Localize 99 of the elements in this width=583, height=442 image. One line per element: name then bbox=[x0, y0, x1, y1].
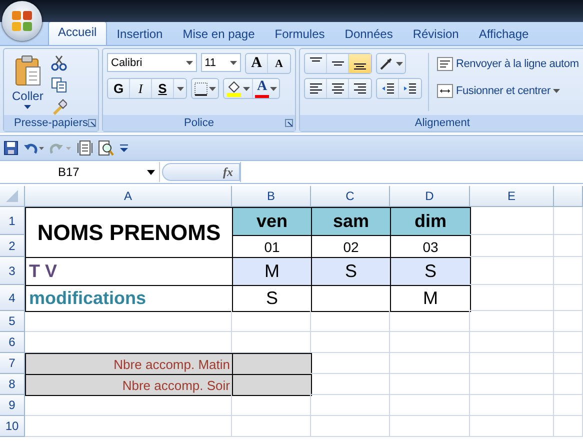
row-header[interactable]: 8 bbox=[0, 374, 25, 395]
empty-cell bbox=[554, 311, 583, 332]
fill-color-button[interactable] bbox=[224, 79, 253, 98]
row-label-cell: modifications bbox=[25, 285, 233, 312]
group-label: Presse-papiers bbox=[14, 117, 88, 129]
align-right-icon bbox=[353, 82, 367, 94]
day-cell: dim bbox=[390, 207, 471, 236]
outdent-icon bbox=[380, 82, 394, 94]
shift-cell: M bbox=[232, 257, 312, 286]
document-icon[interactable] bbox=[77, 140, 93, 156]
cell-reference: B17 bbox=[58, 165, 80, 179]
caret-icon bbox=[270, 86, 277, 90]
clipboard-icon bbox=[14, 55, 42, 87]
italic-button[interactable]: I bbox=[130, 79, 152, 98]
merge-cells-icon bbox=[437, 84, 453, 98]
column-header[interactable]: D bbox=[390, 186, 470, 207]
function-label[interactable]: fx bbox=[223, 164, 233, 180]
caret-icon bbox=[24, 105, 32, 109]
corner-triangle-icon bbox=[6, 190, 18, 202]
copy-icon[interactable] bbox=[51, 77, 68, 93]
row-header[interactable]: 10 bbox=[0, 416, 25, 437]
office-button[interactable] bbox=[2, 1, 42, 41]
row-header[interactable]: 7 bbox=[0, 353, 25, 374]
group-label: Police bbox=[184, 117, 214, 129]
dialog-launcher-icon[interactable] bbox=[88, 119, 96, 127]
empty-cell bbox=[554, 416, 583, 437]
shrink-font-button[interactable]: A bbox=[268, 54, 290, 73]
ribbon-tab[interactable]: Affichage bbox=[468, 23, 539, 45]
paste-button[interactable]: Coller bbox=[8, 53, 48, 115]
customize-toolbar-icon[interactable] bbox=[119, 143, 129, 153]
print-preview-icon[interactable] bbox=[98, 140, 114, 156]
empty-cell bbox=[554, 395, 583, 416]
caret-icon bbox=[176, 86, 184, 90]
caret-icon bbox=[209, 86, 216, 90]
align-bottom-icon bbox=[354, 63, 366, 70]
caret-icon bbox=[186, 60, 193, 64]
empty-cell bbox=[554, 235, 583, 257]
empty-cell bbox=[554, 285, 583, 311]
row-header[interactable]: 3 bbox=[0, 257, 25, 285]
caret-icon bbox=[230, 60, 237, 64]
group-label: Alignement bbox=[414, 117, 470, 129]
row-header[interactable]: 2 bbox=[0, 235, 25, 257]
day-cell: ven bbox=[232, 207, 312, 236]
note-label-cell: Nbre accomp. Soir bbox=[25, 374, 233, 396]
row-header[interactable]: 4 bbox=[0, 285, 25, 311]
column-header[interactable]: E bbox=[470, 186, 554, 207]
shift-cell: S bbox=[311, 257, 391, 286]
empty-cell bbox=[554, 207, 583, 235]
ribbon-tab[interactable]: Données bbox=[334, 23, 403, 45]
dialog-launcher-icon[interactable] bbox=[285, 119, 293, 127]
bold-button[interactable]: G bbox=[108, 79, 130, 98]
indent-icon bbox=[403, 82, 417, 94]
row-header[interactable]: 1 bbox=[0, 207, 25, 235]
wrap-text-icon bbox=[437, 56, 453, 70]
underline-button[interactable]: S bbox=[152, 79, 174, 98]
caret-icon bbox=[553, 88, 560, 92]
empty-cell bbox=[554, 374, 583, 395]
ribbon-tab[interactable]: Révision bbox=[402, 23, 469, 45]
caret-icon[interactable] bbox=[147, 170, 155, 174]
shift-cell: M bbox=[390, 285, 471, 312]
align-left-icon bbox=[308, 82, 322, 94]
ribbon-tab[interactable]: Insertion bbox=[106, 23, 173, 45]
empty-cell bbox=[554, 353, 583, 374]
day-cell: sam bbox=[311, 207, 391, 236]
office-logo-icon bbox=[10, 9, 34, 33]
paintbrush-icon[interactable] bbox=[51, 99, 68, 115]
row-header[interactable]: 6 bbox=[0, 332, 25, 353]
row-header[interactable]: 5 bbox=[0, 311, 25, 332]
align-middle-icon bbox=[332, 61, 344, 66]
note-label-cell: Nbre accomp. Matin bbox=[25, 353, 233, 375]
align-center-icon bbox=[330, 82, 344, 94]
font-name-field[interactable]: Calibri bbox=[107, 53, 197, 72]
wrap-text-button[interactable]: Renvoyer à la ligne autom bbox=[435, 53, 581, 74]
align-top-icon bbox=[310, 57, 322, 62]
save-icon[interactable] bbox=[4, 141, 18, 155]
column-header[interactable]: A bbox=[25, 186, 232, 207]
ribbon-tab[interactable]: Mise en page bbox=[172, 23, 265, 45]
undo-icon[interactable] bbox=[23, 141, 45, 155]
align-bottom-button[interactable] bbox=[349, 54, 371, 73]
name-box[interactable]: B17 bbox=[0, 162, 160, 182]
shift-cell: S bbox=[390, 257, 471, 286]
ribbon-tab[interactable]: Formules bbox=[264, 23, 335, 45]
column-header[interactable]: C bbox=[311, 186, 390, 207]
column-header[interactable]: B bbox=[232, 186, 311, 207]
grow-font-button[interactable]: A bbox=[246, 54, 268, 73]
paint-bucket-icon bbox=[226, 80, 242, 96]
font-name: Calibri bbox=[111, 56, 142, 68]
ribbon-tab[interactable]: Accueil bbox=[48, 21, 107, 45]
empty-cell bbox=[554, 332, 583, 353]
caret-icon bbox=[243, 86, 250, 90]
font-size: 11 bbox=[204, 56, 216, 68]
empty-cell bbox=[554, 257, 583, 285]
merge-center-button[interactable]: Fusionner et centrer bbox=[435, 80, 581, 101]
row-header[interactable]: 9 bbox=[0, 395, 25, 416]
font-size-field[interactable]: 11 bbox=[200, 53, 241, 72]
font-color-button[interactable]: A bbox=[253, 79, 279, 98]
borders-icon bbox=[194, 82, 208, 96]
scissors-icon[interactable] bbox=[51, 55, 68, 71]
caret-icon bbox=[396, 62, 403, 66]
